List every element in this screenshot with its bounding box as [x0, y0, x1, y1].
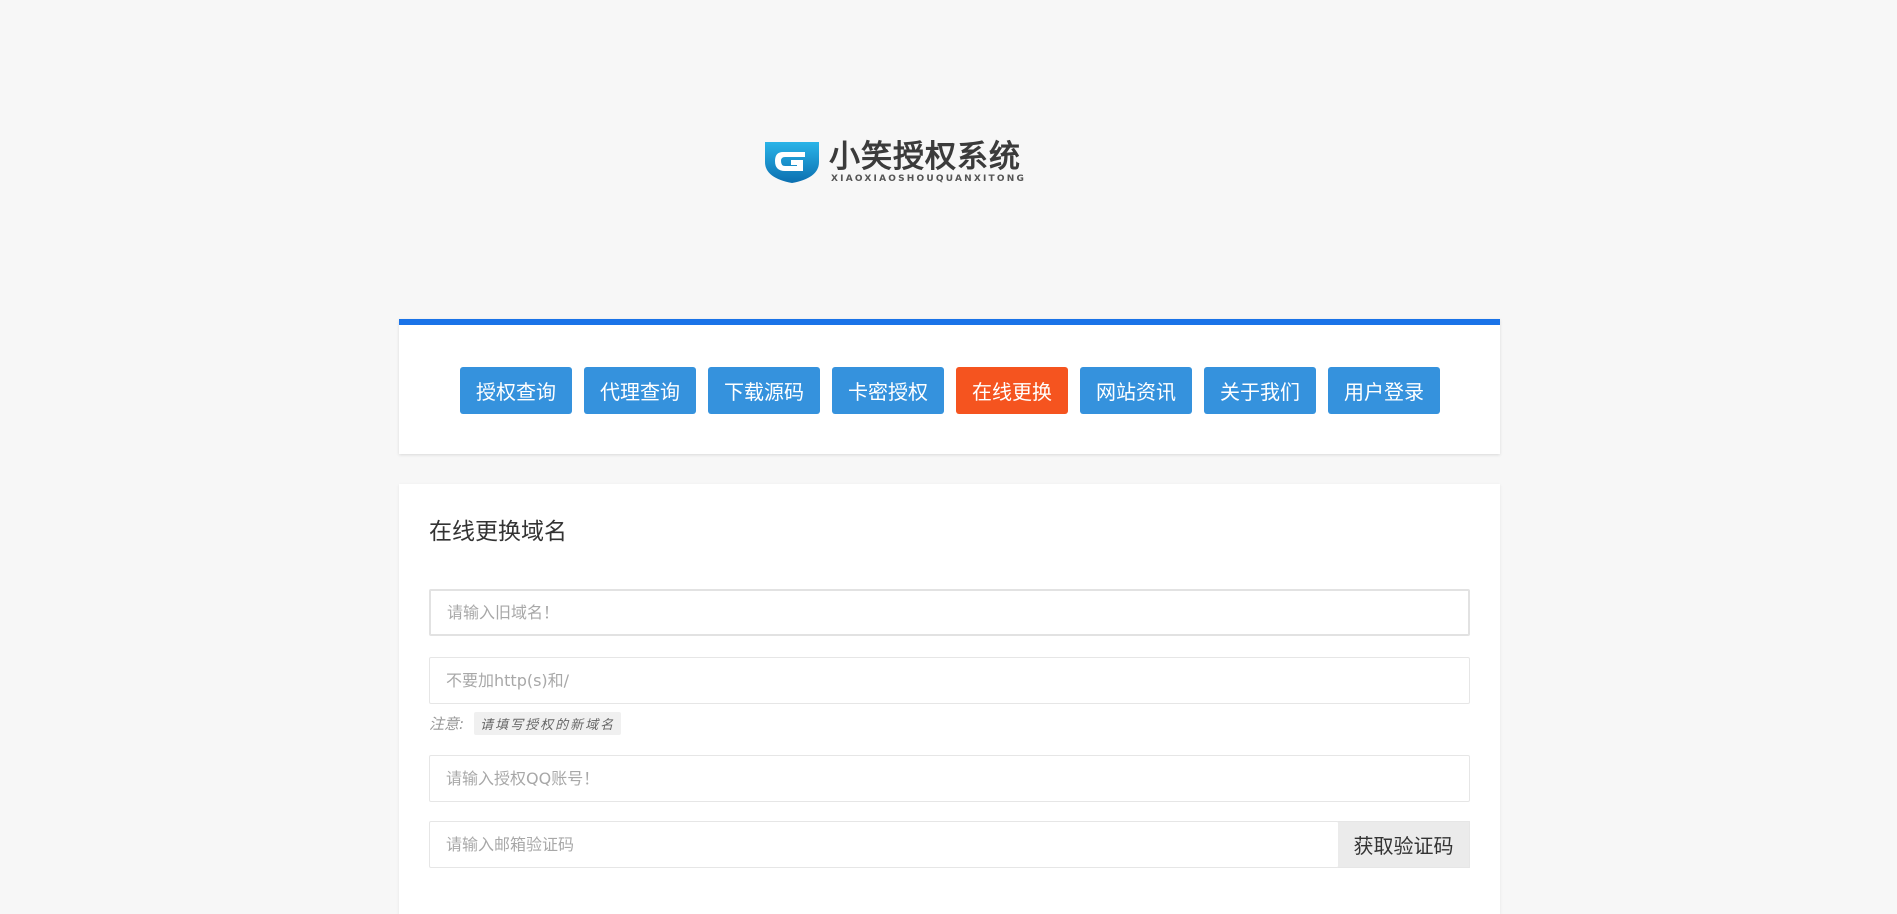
- nav-button-agent-query[interactable]: 代理查询: [584, 367, 696, 414]
- change-domain-form: 在线更换域名 注意: 请填写授权的新域名 获取验证码: [399, 484, 1500, 914]
- form-title: 在线更换域名: [429, 519, 567, 545]
- note-label: 注意:: [429, 715, 465, 733]
- nav-button-site-news[interactable]: 网站资讯: [1080, 367, 1192, 414]
- nav-button-user-login[interactable]: 用户登录: [1328, 367, 1440, 414]
- note: 注意: 请填写授权的新域名: [429, 712, 622, 735]
- nav-button-card-license[interactable]: 卡密授权: [832, 367, 944, 414]
- qq-account-input[interactable]: [429, 755, 1470, 802]
- nav-button-download-source[interactable]: 下载源码: [708, 367, 820, 414]
- nav-button-license-query[interactable]: 授权查询: [460, 367, 572, 414]
- email-code-input[interactable]: [429, 821, 1339, 868]
- nav-button-about-us[interactable]: 关于我们: [1204, 367, 1316, 414]
- shield-g-logo-icon: [765, 142, 819, 183]
- nav-card: 授权查询 代理查询 下载源码 卡密授权 在线更换 网站资讯 关于我们 用户登录: [399, 319, 1500, 454]
- note-text: 请填写授权的新域名: [474, 712, 622, 735]
- site-logo: 小笑授权系统 XIAOXIAOSHOUQUANXITONG: [763, 138, 1089, 186]
- new-domain-input[interactable]: [429, 657, 1470, 704]
- nav-bar: 授权查询 代理查询 下载源码 卡密授权 在线更换 网站资讯 关于我们 用户登录: [460, 367, 1440, 414]
- get-code-button[interactable]: 获取验证码: [1338, 821, 1470, 868]
- logo-subtitle: XIAOXIAOSHOUQUANXITONG: [831, 173, 1027, 184]
- logo-title: 小笑授权系统: [829, 138, 1021, 175]
- nav-button-online-change[interactable]: 在线更换: [956, 367, 1068, 414]
- old-domain-input[interactable]: [429, 589, 1470, 636]
